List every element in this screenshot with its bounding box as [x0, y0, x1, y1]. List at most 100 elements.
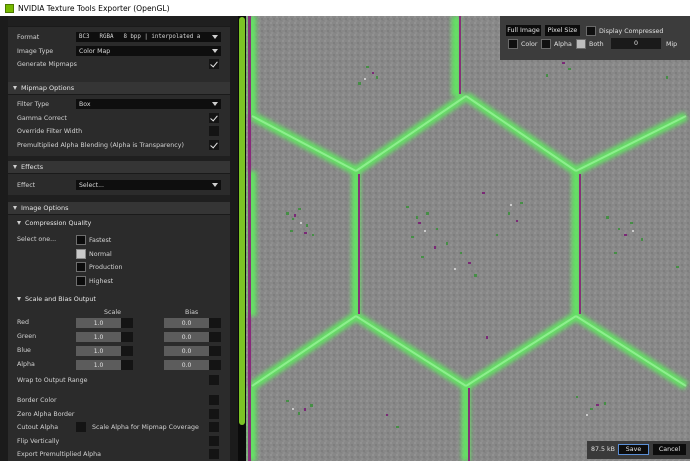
alpha-checkbox[interactable] — [541, 39, 551, 49]
display-compressed-checkbox[interactable] — [586, 26, 596, 36]
red-scale-stepper[interactable] — [121, 318, 133, 328]
alpha-bias-stepper[interactable] — [209, 360, 221, 370]
effect-label: Effect — [17, 182, 36, 189]
view-controls: Full Image Pixel Size Display Compressed… — [500, 16, 690, 60]
effects-title: Effects — [21, 163, 44, 171]
quality-production-radio[interactable] — [76, 262, 86, 272]
red-channel-label: Red — [17, 319, 29, 326]
hex-tile-texture — [246, 16, 690, 461]
blue-bias-stepper[interactable] — [209, 346, 221, 356]
bias-column-header: Bias — [185, 309, 199, 316]
effects-header[interactable]: Effects — [8, 161, 230, 173]
full-image-button[interactable]: Full Image — [506, 25, 541, 36]
quality-highest-label: Highest — [89, 278, 114, 285]
color-checkbox[interactable] — [508, 39, 518, 49]
premultiplied-alpha-checkbox[interactable] — [209, 140, 219, 150]
save-button[interactable]: Save — [618, 444, 649, 455]
green-channel-label: Green — [17, 333, 37, 340]
scale-alpha-mipmap-checkbox[interactable] — [209, 422, 219, 432]
pixel-size-button[interactable]: Pixel Size — [545, 25, 580, 36]
effect-dropdown[interactable]: Select... — [76, 180, 221, 190]
general-section: Format BC3 RGBA 8 bpp | interpolated a I… — [8, 26, 230, 83]
blue-channel-label: Blue — [17, 347, 31, 354]
quality-fastest-radio[interactable] — [76, 235, 86, 245]
scale-column-header: Scale — [104, 309, 121, 316]
settings-panel: Format BC3 RGBA 8 bpp | interpolated a I… — [8, 16, 230, 461]
flip-vertically-checkbox[interactable] — [209, 436, 219, 446]
red-bias-input[interactable]: 0.0 — [164, 318, 209, 328]
wrap-output-range-checkbox[interactable] — [209, 375, 219, 385]
title-bar: NVIDIA Texture Tools Exporter (OpenGL) — [0, 0, 690, 16]
border-color-label: Border Color — [17, 397, 57, 404]
red-scale-input[interactable]: 1.0 — [76, 318, 121, 328]
scale-bias-title: Scale and Bias Output — [25, 295, 96, 303]
select-one-label: Select one... — [17, 236, 57, 243]
quality-highest-radio[interactable] — [76, 276, 86, 286]
chevron-down-icon — [13, 86, 17, 90]
display-compressed-label: Display Compressed — [599, 28, 664, 35]
flip-vertically-label: Flip Vertically — [17, 438, 60, 445]
image-type-dropdown[interactable]: Color Map — [76, 46, 221, 56]
format-dropdown[interactable]: BC3 RGBA 8 bpp | interpolated a — [76, 32, 221, 42]
chevron-down-icon — [13, 206, 17, 210]
override-filter-width-checkbox[interactable] — [209, 126, 219, 136]
file-size-text: 87.5 kB — [591, 446, 615, 453]
image-options-section: Compression Quality Select one... Fastes… — [8, 214, 230, 461]
effects-section: Effect Select... — [8, 173, 230, 195]
blue-bias-input[interactable]: 0.0 — [164, 346, 209, 356]
gamma-correct-label: Gamma Correct — [17, 115, 67, 122]
chevron-down-icon — [13, 165, 17, 169]
green-scale-input[interactable]: 1.0 — [76, 332, 121, 342]
compression-quality-title: Compression Quality — [25, 219, 92, 227]
zero-alpha-border-checkbox[interactable] — [209, 409, 219, 419]
border-color-checkbox[interactable] — [209, 395, 219, 405]
mip-label: Mip — [666, 41, 678, 48]
scale-bias-header[interactable]: Scale and Bias Output — [17, 295, 96, 303]
green-scale-stepper[interactable] — [121, 332, 133, 342]
chevron-down-icon — [17, 297, 21, 301]
format-compression: BC3 — [79, 34, 90, 40]
mipmap-options-title: Mipmap Options — [21, 84, 75, 92]
quality-production-label: Production — [89, 264, 123, 271]
alpha-channel-label: Alpha — [17, 361, 35, 368]
alpha-bias-input[interactable]: 0.0 — [164, 360, 209, 370]
image-type-value: Color Map — [79, 47, 111, 55]
app-icon — [5, 3, 14, 13]
export-footer: 87.5 kB Save Cancel — [587, 441, 690, 459]
image-options-title: Image Options — [21, 204, 69, 212]
chevron-down-icon — [212, 183, 218, 187]
blue-scale-stepper[interactable] — [121, 346, 133, 356]
compression-quality-header[interactable]: Compression Quality — [17, 219, 91, 227]
cutout-alpha-label: Cutout Alpha — [17, 424, 59, 431]
blue-scale-input[interactable]: 1.0 — [76, 346, 121, 356]
export-premultiplied-alpha-label: Export Premultiplied Alpha — [17, 451, 101, 458]
gamma-correct-checkbox[interactable] — [209, 113, 219, 123]
image-options-header[interactable]: Image Options — [8, 202, 230, 214]
red-bias-stepper[interactable] — [209, 318, 221, 328]
cancel-button[interactable]: Cancel — [653, 444, 686, 455]
color-label: Color — [521, 41, 538, 48]
quality-normal-label: Normal — [89, 251, 112, 258]
override-filter-width-label: Override Filter Width — [17, 128, 83, 135]
scale-alpha-mipmap-label: Scale Alpha for Mipmap Coverage — [92, 424, 199, 431]
quality-normal-radio[interactable] — [76, 249, 86, 259]
scrollbar-thumb[interactable] — [239, 17, 245, 425]
alpha-scale-stepper[interactable] — [121, 360, 133, 370]
chevron-down-icon — [17, 221, 21, 225]
green-bias-stepper[interactable] — [209, 332, 221, 342]
alpha-scale-input[interactable]: 1.0 — [76, 360, 121, 370]
chevron-down-icon — [212, 35, 218, 39]
wrap-output-range-label: Wrap to Output Range — [17, 377, 88, 384]
settings-scrollbar[interactable] — [238, 16, 246, 461]
export-premultiplied-alpha-checkbox[interactable] — [209, 449, 219, 459]
green-bias-input[interactable]: 0.0 — [164, 332, 209, 342]
chevron-down-icon — [212, 49, 218, 53]
generate-mipmaps-checkbox[interactable] — [209, 59, 219, 69]
mip-level-slider[interactable]: 0 — [611, 38, 661, 49]
both-checkbox[interactable] — [576, 39, 586, 49]
generate-mipmaps-label: Generate Mipmaps — [17, 61, 77, 68]
texture-preview[interactable] — [246, 16, 690, 461]
filter-type-dropdown[interactable]: Box — [76, 99, 221, 109]
mipmap-options-header[interactable]: Mipmap Options — [8, 82, 230, 94]
cutout-alpha-checkbox[interactable] — [76, 422, 86, 432]
